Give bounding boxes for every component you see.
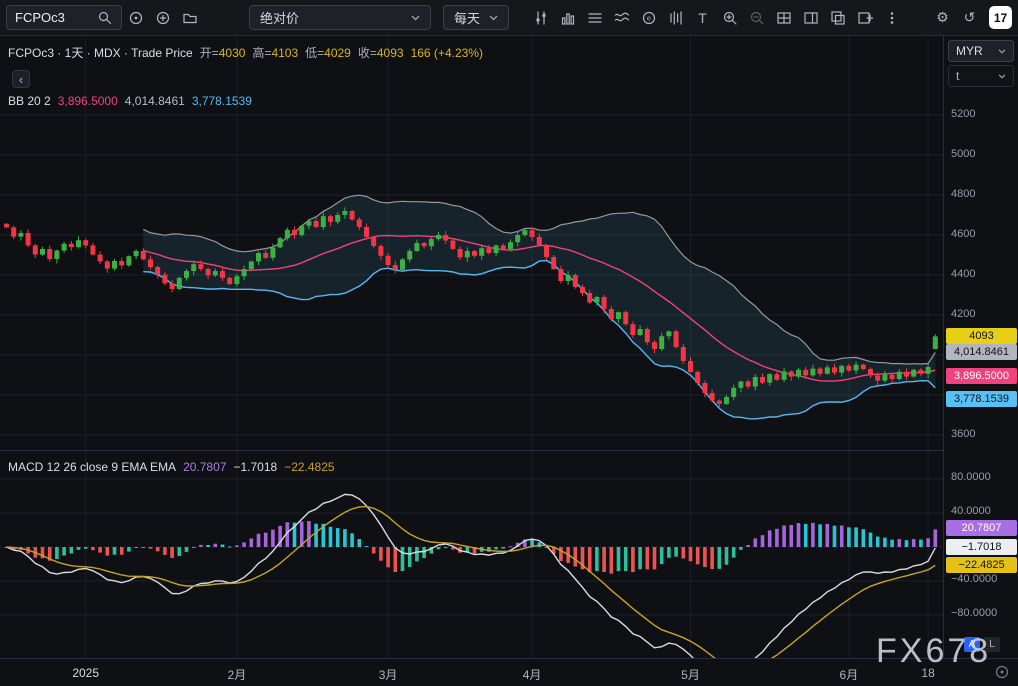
bb-lower-value: 3,778.1539: [192, 94, 252, 108]
macd-label: MACD 12 26 close 9 EMA EMA: [8, 460, 176, 474]
time-label: 2月: [219, 666, 255, 683]
time-label: 5月: [673, 666, 709, 683]
bb-lower-tag: 3,778.1539: [946, 391, 1017, 407]
macd-hist-tag: 20.7807: [946, 520, 1017, 536]
search-icon: [97, 10, 113, 26]
interval-value: 每天: [454, 8, 480, 27]
interval-dropdown[interactable]: 每天: [443, 5, 509, 30]
indicator-e-icon[interactable]: e: [635, 4, 662, 31]
open-value: 4030: [219, 46, 246, 60]
waves-icon[interactable]: [608, 4, 635, 31]
unit-dropdown[interactable]: t: [948, 65, 1014, 87]
toolbar-icon-group: e T: [527, 4, 905, 31]
chevron-down-icon: [489, 15, 498, 21]
price-tick: 5000: [951, 148, 975, 160]
high-label: 高=: [252, 46, 271, 60]
settings-icon[interactable]: ⚙: [929, 4, 956, 31]
macd-tick: 80.0000: [951, 471, 991, 483]
add-symbol-icon[interactable]: [149, 4, 176, 31]
time-label: 2025: [68, 666, 104, 680]
layout-icon[interactable]: [797, 4, 824, 31]
rows-icon[interactable]: [581, 4, 608, 31]
last-price-tag: 4093: [946, 328, 1017, 344]
folder-icon[interactable]: [176, 4, 203, 31]
more-icon[interactable]: [878, 4, 905, 31]
log-scale-button[interactable]: L: [984, 637, 1000, 652]
quote-dot-icon[interactable]: [122, 4, 149, 31]
zoom-out-icon[interactable]: [743, 4, 770, 31]
change-value: 166 (+4.23%): [411, 46, 483, 60]
zoom-in-icon[interactable]: [716, 4, 743, 31]
top-toolbar: FCPOc3 绝对价 每天: [0, 0, 1018, 36]
panes-icon[interactable]: [824, 4, 851, 31]
macd-signal-tag: −22.4825: [946, 557, 1017, 573]
bb-basis-tag: 3,896.5000: [946, 368, 1017, 384]
price-mode-dropdown[interactable]: 绝对价: [249, 5, 431, 30]
currency-value: MYR: [956, 44, 983, 58]
toolbar-right-group: ⚙ ↺ 17: [929, 4, 1012, 31]
close-label: 收=: [358, 46, 377, 60]
macd-chart[interactable]: [0, 451, 943, 659]
chevron-down-icon: [998, 49, 1006, 54]
bb-upper-tag: 4,014.8461: [946, 344, 1017, 360]
price-mode-value: 绝对价: [260, 8, 299, 27]
collapse-legend-button[interactable]: ‹: [12, 70, 30, 88]
unit-value: t: [956, 69, 959, 83]
high-value: 4103: [271, 46, 298, 60]
text-tool-icon[interactable]: T: [689, 4, 716, 31]
bb-basis-value: 3,896.5000: [58, 94, 118, 108]
tradingview-logo[interactable]: 17: [989, 6, 1012, 29]
price-tick: 3600: [951, 428, 975, 440]
price-tick: 5200: [951, 108, 975, 120]
time-label: 3月: [370, 666, 406, 683]
macd-hist-value: 20.7807: [183, 460, 226, 474]
sliders-icon[interactable]: [527, 4, 554, 31]
low-label: 低=: [305, 46, 324, 60]
symbol-legend[interactable]: FCPOc3 · 1天 · MDX · Trade Price 开=4030 高…: [8, 44, 483, 61]
trading-app: FCPOc3 绝对价 每天: [0, 0, 1018, 686]
macd-signal-value: −22.4825: [284, 460, 334, 474]
time-axis[interactable]: 2025 2月 3月 4月 5月 6月 18: [0, 658, 1018, 686]
price-chart-pane[interactable]: FCPOc3 · 1天 · MDX · Trade Price 开=4030 高…: [0, 36, 943, 450]
auto-scale-button[interactable]: A: [964, 637, 980, 652]
scroll-to-now-icon[interactable]: [994, 664, 1010, 680]
new-chart-icon[interactable]: [851, 4, 878, 31]
chevron-down-icon: [998, 74, 1006, 79]
macd-tick: 40.0000: [951, 505, 991, 517]
low-value: 4029: [324, 46, 351, 60]
svg-text:e: e: [646, 13, 650, 22]
price-tick: 4200: [951, 308, 975, 320]
symbol-text: FCPOc3: [15, 10, 65, 25]
macd-pane[interactable]: MACD 12 26 close 9 EMA EMA 20.7807 −1.70…: [0, 450, 943, 659]
bb-upper-value: 4,014.8461: [125, 94, 185, 108]
price-scale[interactable]: MYR t A L 5200 5000 4800 4600 4400 4200 3600 80…: [943, 36, 1018, 658]
macd-tick: −40.0000: [951, 573, 997, 585]
legend-title: FCPOc3 · 1天 · MDX · Trade Price: [8, 44, 193, 61]
table-icon[interactable]: [770, 4, 797, 31]
price-tick: 4600: [951, 228, 975, 240]
bar-chart-icon[interactable]: [554, 4, 581, 31]
columns-icon[interactable]: [662, 4, 689, 31]
price-tick: 4800: [951, 188, 975, 200]
currency-dropdown[interactable]: MYR: [948, 40, 1014, 62]
macd-line-tag: −1.7018: [946, 539, 1017, 555]
macd-legend[interactable]: MACD 12 26 close 9 EMA EMA 20.7807 −1.70…: [8, 460, 335, 474]
price-tick: 4400: [951, 268, 975, 280]
chevron-down-icon: [411, 15, 420, 21]
time-label: 18: [910, 666, 946, 680]
macd-line-value: −1.7018: [233, 460, 277, 474]
open-label: 开=: [200, 46, 219, 60]
macd-tick: −80.0000: [951, 607, 997, 619]
bb-legend[interactable]: BB 20 2 3,896.5000 4,014.8461 3,778.1539: [8, 94, 252, 108]
symbol-search-input[interactable]: FCPOc3: [6, 5, 122, 30]
time-label: 6月: [831, 666, 867, 683]
time-label: 4月: [514, 666, 550, 683]
bb-label: BB 20 2: [8, 94, 51, 108]
close-value: 4093: [377, 46, 404, 60]
reset-chart-icon[interactable]: ↺: [956, 4, 983, 31]
